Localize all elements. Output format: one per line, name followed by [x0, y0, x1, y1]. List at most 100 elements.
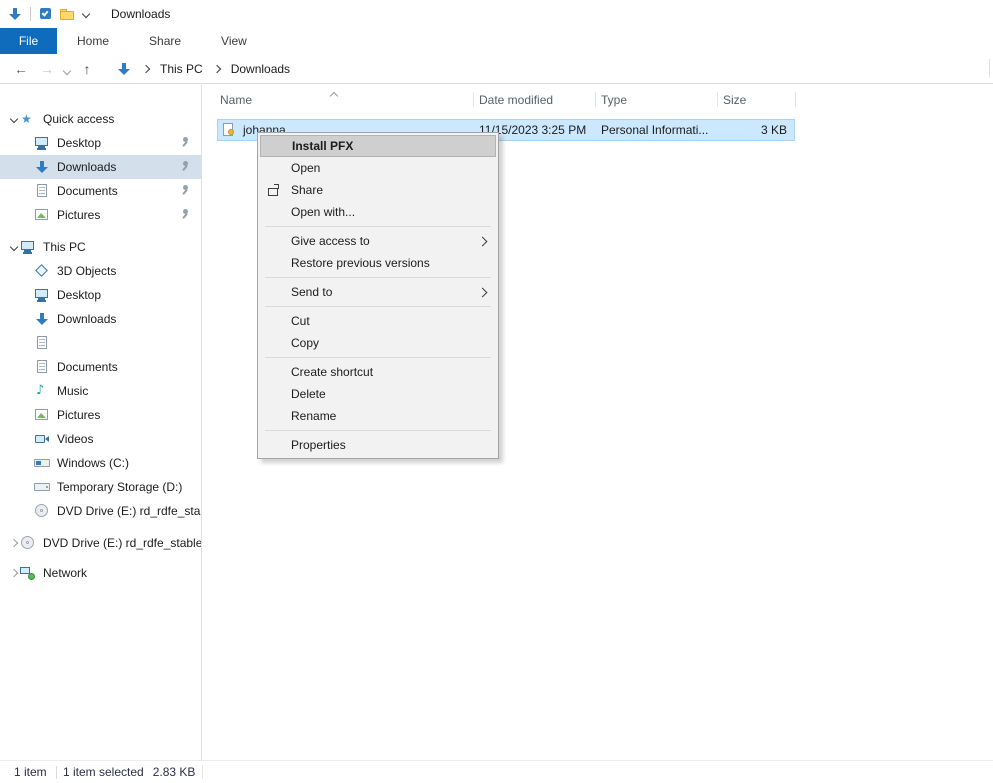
- addressbar-right-divider: [989, 59, 990, 78]
- context-menu: Install PFX Open Share Open with... Give…: [257, 132, 499, 459]
- file-explorer-window: Downloads File Home Share View ← → ↑ Thi…: [0, 0, 993, 783]
- sidebar-item-3d-objects[interactable]: 3D Objects: [0, 259, 201, 283]
- chevron-right-icon[interactable]: [8, 540, 20, 546]
- forward-button[interactable]: →: [34, 54, 60, 84]
- column-divider[interactable]: [595, 92, 596, 107]
- sidebar-item-label: DVD Drive (E:) rd_rdfe_stable: [57, 504, 201, 518]
- tab-file[interactable]: File: [0, 28, 57, 54]
- menu-item-share[interactable]: Share: [258, 179, 498, 201]
- properties-qat-icon[interactable]: [38, 6, 54, 22]
- sidebar-item-videos[interactable]: Videos: [0, 427, 201, 451]
- section-gap: [0, 227, 201, 235]
- menu-item-label: Give access to: [291, 230, 370, 252]
- menu-item-properties[interactable]: Properties: [258, 434, 498, 456]
- recent-locations-dropdown-icon[interactable]: [60, 54, 74, 84]
- this-pc-icon: [20, 239, 36, 255]
- sidebar-item-downloads[interactable]: Downloads: [0, 155, 201, 179]
- menu-item-label: Properties: [291, 434, 346, 456]
- tab-view[interactable]: View: [201, 28, 267, 54]
- back-button[interactable]: ←: [8, 54, 34, 84]
- menu-item-delete[interactable]: Delete: [258, 383, 498, 405]
- column-divider[interactable]: [473, 92, 474, 107]
- column-header-date-modified[interactable]: Date modified: [473, 93, 595, 107]
- column-header-label: Date modified: [479, 93, 553, 107]
- sidebar-item-documents-pc[interactable]: Documents: [0, 355, 201, 379]
- sort-ascending-icon: [331, 88, 337, 102]
- menu-item-copy[interactable]: Copy: [258, 332, 498, 354]
- menu-item-label: Send to: [291, 281, 332, 303]
- menu-item-create-shortcut[interactable]: Create shortcut: [258, 361, 498, 383]
- pin-icon: [177, 159, 193, 175]
- menu-item-install-pfx[interactable]: Install PFX: [260, 135, 496, 157]
- menu-item-restore-previous-versions[interactable]: Restore previous versions: [258, 252, 498, 274]
- menu-item-label: Rename: [291, 405, 336, 427]
- column-header-size[interactable]: Size: [717, 93, 795, 107]
- sidebar-item-label: Downloads: [57, 160, 116, 174]
- menu-item-open[interactable]: Open: [258, 157, 498, 179]
- column-headers: Name Date modified Type Size: [203, 85, 993, 114]
- quick-access-star-icon: [20, 111, 36, 127]
- drive-icon: [34, 479, 50, 495]
- column-header-label: Type: [601, 93, 627, 107]
- section-gap: [0, 523, 201, 531]
- sidebar-item-dvd-drive-e[interactable]: DVD Drive (E:) rd_rdfe_stable: [0, 499, 201, 523]
- up-button[interactable]: ↑: [74, 54, 100, 84]
- sidebar-item-pictures-pc[interactable]: Pictures: [0, 403, 201, 427]
- sidebar-item-dvd-drive-root[interactable]: DVD Drive (E:) rd_rdfe_stable.: [0, 531, 201, 555]
- tab-share[interactable]: Share: [129, 28, 201, 54]
- menu-item-cut[interactable]: Cut: [258, 310, 498, 332]
- column-header-name[interactable]: Name: [203, 93, 473, 107]
- breadcrumb-this-pc[interactable]: This PC: [160, 62, 203, 76]
- chevron-down-icon[interactable]: [8, 244, 20, 250]
- downloads-icon: [34, 159, 50, 175]
- sidebar-item-label: This PC: [43, 240, 86, 254]
- column-header-label: Size: [723, 93, 746, 107]
- menu-item-rename[interactable]: Rename: [258, 405, 498, 427]
- breadcrumb-downloads[interactable]: Downloads: [231, 62, 290, 76]
- menu-item-open-with[interactable]: Open with...: [258, 201, 498, 223]
- share-icon: [267, 183, 281, 197]
- sidebar-item-label: 3D Objects: [57, 264, 116, 278]
- dvd-disc-icon: [20, 535, 36, 551]
- sidebar-item-label: Desktop: [57, 136, 101, 150]
- sidebar-item-temporary-storage-d[interactable]: Temporary Storage (D:): [0, 475, 201, 499]
- sidebar-item-unnamed[interactable]: [0, 331, 201, 355]
- sidebar-item-label: Documents: [57, 184, 118, 198]
- sidebar-item-desktop-pc[interactable]: Desktop: [0, 283, 201, 307]
- sidebar-item-label: Downloads: [57, 312, 116, 326]
- sidebar-item-music[interactable]: Music: [0, 379, 201, 403]
- sidebar-item-pictures[interactable]: Pictures: [0, 203, 201, 227]
- menu-item-label: Share: [291, 179, 323, 201]
- new-folder-qat-icon[interactable]: [59, 6, 75, 22]
- downloads-crumb-icon: [116, 61, 132, 77]
- video-camera-icon: [34, 431, 50, 447]
- dvd-disc-icon: [34, 503, 50, 519]
- breadcrumb-chevron-icon[interactable]: [140, 66, 152, 72]
- breadcrumb-chevron-icon[interactable]: [211, 66, 223, 72]
- menu-item-label: Create shortcut: [291, 361, 373, 383]
- sidebar-item-downloads-pc[interactable]: Downloads: [0, 307, 201, 331]
- sidebar-item-this-pc[interactable]: This PC: [0, 235, 201, 259]
- chevron-down-icon[interactable]: [8, 116, 20, 122]
- chevron-right-icon[interactable]: [8, 570, 20, 576]
- menu-item-label: Open: [291, 157, 320, 179]
- menu-item-give-access-to[interactable]: Give access to: [258, 230, 498, 252]
- submenu-arrow-icon: [479, 238, 486, 245]
- sidebar-item-network[interactable]: Network: [0, 561, 201, 585]
- tab-home[interactable]: Home: [57, 28, 129, 54]
- qat-dropdown-icon[interactable]: [80, 11, 92, 17]
- column-divider[interactable]: [795, 92, 796, 107]
- sidebar-item-windows-c[interactable]: Windows (C:): [0, 451, 201, 475]
- menu-separator: [265, 277, 491, 278]
- sidebar-item-desktop[interactable]: Desktop: [0, 131, 201, 155]
- menu-item-label: Cut: [291, 310, 310, 332]
- column-divider[interactable]: [717, 92, 718, 107]
- pin-icon: [177, 207, 193, 223]
- sidebar-item-documents[interactable]: Documents: [0, 179, 201, 203]
- menu-item-label: Delete: [291, 383, 326, 405]
- downloads-window-icon: [7, 6, 23, 22]
- sidebar-item-quick-access[interactable]: Quick access: [0, 107, 201, 131]
- column-header-type[interactable]: Type: [595, 93, 717, 107]
- menu-item-send-to[interactable]: Send to: [258, 281, 498, 303]
- menu-separator: [265, 226, 491, 227]
